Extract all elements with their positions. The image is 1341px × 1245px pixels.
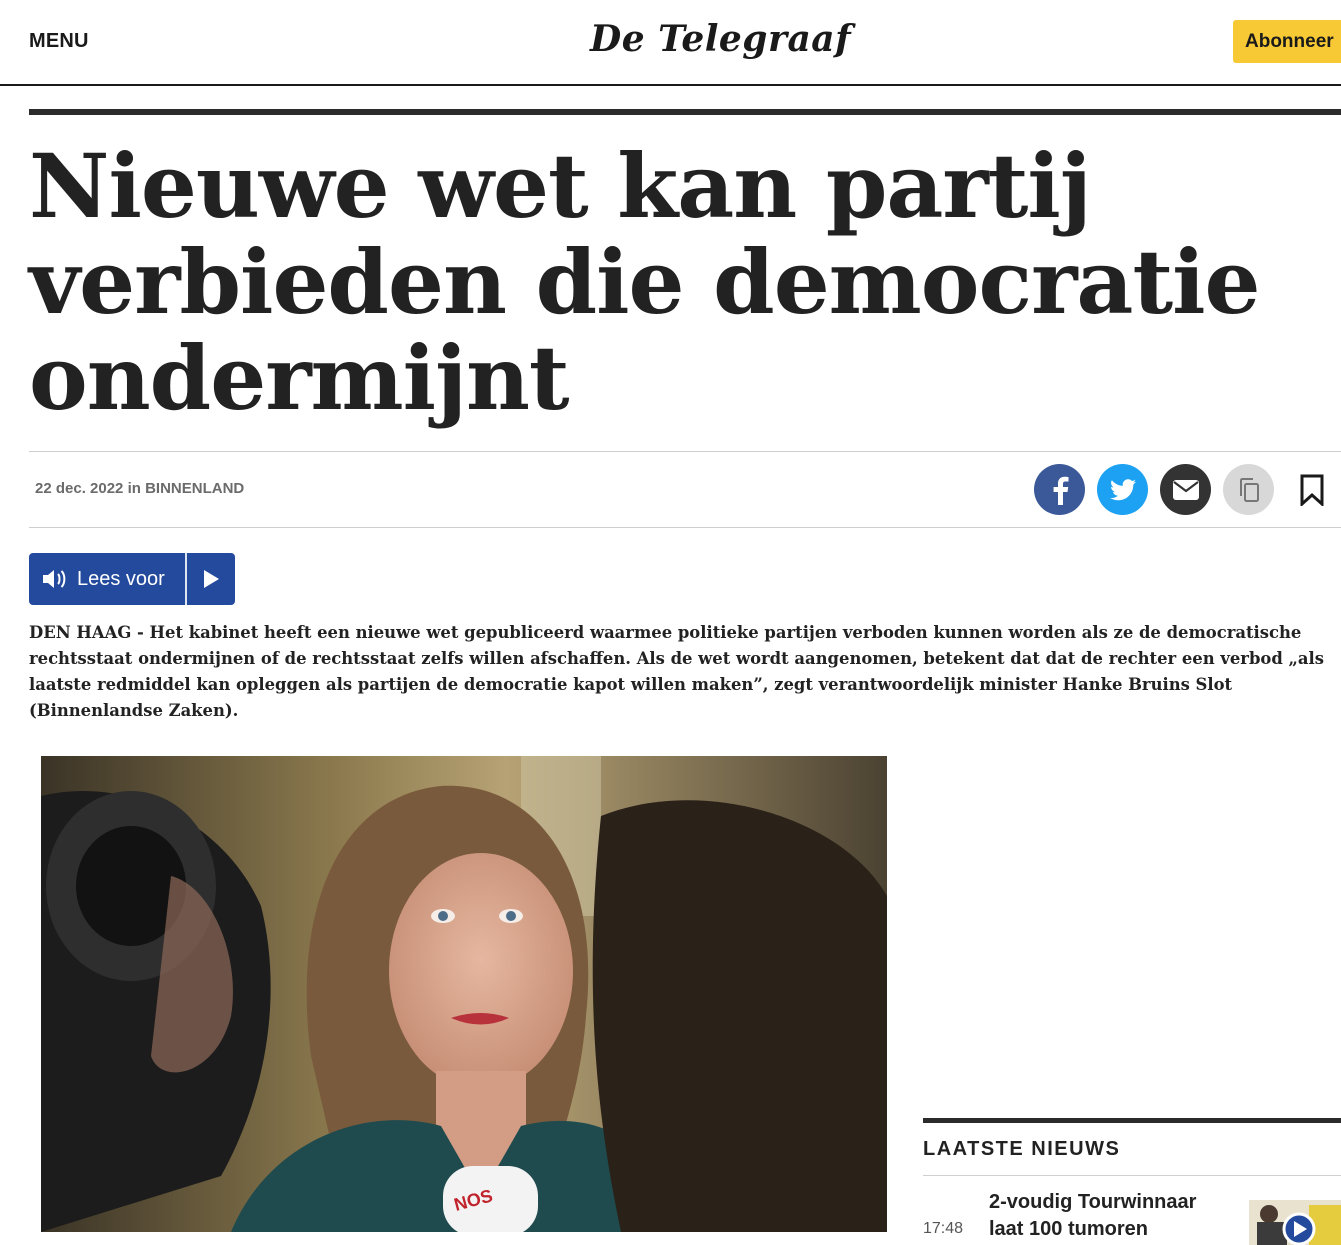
meta-bottom-divider	[29, 527, 1341, 528]
headline-top-rule	[29, 109, 1341, 115]
article-date: 22 dec. 2022	[35, 480, 124, 497]
subscribe-button[interactable]: Abonneer	[1233, 20, 1341, 63]
bookmark-icon	[1300, 474, 1324, 506]
site-logo[interactable]: De Telegraaf	[590, 18, 851, 60]
twitter-icon	[1109, 478, 1136, 500]
copy-icon	[1239, 477, 1259, 502]
facebook-icon	[1053, 476, 1068, 505]
latest-news-divider	[923, 1175, 1341, 1176]
news-item-thumbnail[interactable]	[1249, 1200, 1341, 1245]
latest-news-top-rule	[923, 1118, 1341, 1123]
play-icon[interactable]	[187, 553, 235, 605]
speaker-icon	[41, 564, 71, 594]
copy-link-button[interactable]	[1223, 464, 1274, 515]
read-aloud-button[interactable]: Lees voor	[29, 553, 235, 605]
read-aloud-label: Lees voor	[77, 567, 165, 590]
share-twitter-button[interactable]	[1097, 464, 1148, 515]
article-meta: 22 dec. 2022 in BINNENLAND	[35, 480, 244, 497]
bookmark-button[interactable]	[1298, 472, 1326, 508]
mail-icon	[1172, 479, 1199, 500]
meta-top-divider	[29, 451, 1341, 452]
news-item-time: 17:48	[923, 1220, 964, 1237]
latest-news-heading: LAATSTE NIEUWS	[923, 1138, 1121, 1160]
article-headline: Nieuwe wet kan partij verbieden die demo…	[29, 134, 1261, 430]
share-mail-button[interactable]	[1160, 464, 1211, 515]
read-aloud-divider	[185, 553, 187, 605]
article-in-word: in	[127, 480, 141, 497]
menu-button[interactable]: MENU	[29, 30, 89, 53]
article-category[interactable]: BINNENLAND	[145, 480, 244, 497]
article-photo[interactable]: NOS	[41, 756, 887, 1232]
article-lead: DEN HAAG - Het kabinet heeft een nieuwe …	[29, 623, 1325, 720]
news-item-title[interactable]: 2-voudig Tourwinnaar laat 100 tumoren	[989, 1189, 1234, 1243]
top-navigation-bar: MENU De Telegraaf Abonneer	[0, 0, 1341, 86]
share-facebook-button[interactable]	[1034, 464, 1085, 515]
